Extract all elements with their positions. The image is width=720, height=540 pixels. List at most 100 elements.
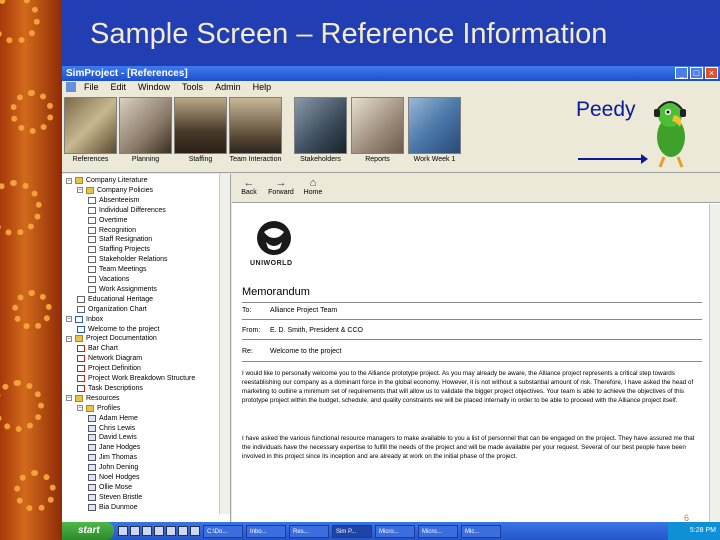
tree-item[interactable]: Ollie Mose xyxy=(88,483,132,492)
tree-item[interactable]: Organization Chart xyxy=(77,305,147,314)
window-titlebar[interactable]: SimProject - [References] _ □ × xyxy=(62,66,720,81)
tool-work-week[interactable]: Work Week 1 xyxy=(408,97,461,163)
page-number: 6 xyxy=(684,513,690,523)
document-icon xyxy=(77,345,85,353)
tree-item-label: Recognition xyxy=(99,226,136,234)
home-button[interactable]: ⌂ Home xyxy=(298,174,328,202)
tree-item[interactable]: Individual Differences xyxy=(88,206,166,215)
tool-planning[interactable]: Planning xyxy=(119,97,172,163)
expand-toggle-icon[interactable]: − xyxy=(66,395,72,402)
task-button[interactable]: Res... xyxy=(289,524,329,538)
back-button[interactable]: ← Back xyxy=(234,174,264,202)
tree-item[interactable]: − Company Literature xyxy=(66,176,147,185)
tree-item[interactable]: Staffing Projects xyxy=(88,245,150,254)
tree-item[interactable]: Task Descriptions xyxy=(77,384,143,393)
tree-item-label: Profiles xyxy=(97,404,121,412)
to-value: Alliance Project Team xyxy=(270,307,338,314)
folder-icon xyxy=(86,404,94,412)
start-button[interactable]: start xyxy=(62,522,114,540)
tree-item-label: Company Policies xyxy=(97,186,154,194)
re-value: Welcome to the project xyxy=(270,348,342,355)
tree-item[interactable]: Jim Thomas xyxy=(88,453,137,462)
tree-item[interactable]: − Profiles xyxy=(77,404,120,413)
menu-window[interactable]: Window xyxy=(138,81,170,94)
menu-edit[interactable]: Edit xyxy=(111,81,127,94)
from-value: E. D. Smith, President & CCO xyxy=(270,327,363,334)
tree-item[interactable]: − Inbox xyxy=(66,315,103,324)
minimize-button[interactable]: _ xyxy=(675,67,688,79)
tree-item[interactable]: Team Meetings xyxy=(88,265,146,274)
tree-item[interactable]: − Company Policies xyxy=(77,186,153,195)
tree-item[interactable]: Network Diagram xyxy=(77,354,142,363)
tree-item[interactable]: Absenteeism xyxy=(88,196,139,205)
tree-item[interactable]: Stakeholder Relations xyxy=(88,255,168,264)
tree-item[interactable]: − Project Documentation xyxy=(66,334,157,343)
expand-toggle-icon[interactable]: − xyxy=(66,177,72,184)
quick-launch-icon[interactable] xyxy=(118,526,128,536)
tree-item[interactable]: Bia Dunmoe xyxy=(88,503,138,512)
maximize-button[interactable]: □ xyxy=(690,67,703,79)
tool-team-interaction[interactable]: Team Interaction xyxy=(229,97,282,163)
quick-launch-icon[interactable] xyxy=(142,526,152,536)
tree-item[interactable]: Adam Heme xyxy=(88,414,138,423)
tree-item[interactable]: Chris Lewis xyxy=(88,424,135,433)
tool-reports[interactable]: Reports xyxy=(351,97,404,163)
menu-help[interactable]: Help xyxy=(253,81,272,94)
expand-toggle-icon[interactable]: − xyxy=(66,335,72,342)
person-icon xyxy=(88,454,96,462)
tree-item-label: Network Diagram xyxy=(88,355,143,363)
tree-item[interactable]: Steven Bristle xyxy=(88,493,142,502)
task-button[interactable]: Micro... xyxy=(418,524,458,538)
quick-launch-icon[interactable] xyxy=(178,526,188,536)
tree-item[interactable]: Jane Hodges xyxy=(88,443,140,452)
expand-toggle-icon[interactable]: − xyxy=(77,187,83,194)
memo-scrollbar[interactable] xyxy=(709,204,720,522)
planning-thumbnail xyxy=(119,97,172,154)
peedy-parrot-icon[interactable] xyxy=(648,97,694,169)
quick-launch-icon[interactable] xyxy=(190,526,200,536)
menu-tools[interactable]: Tools xyxy=(182,81,203,94)
tree-item[interactable]: Bar Chart xyxy=(77,344,118,353)
tree-item[interactable]: Project Definition xyxy=(77,364,141,373)
tree-item[interactable]: Work Assignments xyxy=(88,285,157,294)
task-button[interactable]: C:\Do... xyxy=(203,524,243,538)
quick-launch-icon[interactable] xyxy=(154,526,164,536)
person-icon xyxy=(88,464,96,472)
tool-references[interactable]: References xyxy=(64,97,117,163)
app-icon[interactable] xyxy=(66,82,76,92)
expand-toggle-icon[interactable]: − xyxy=(77,405,83,412)
tree-item[interactable]: Overtime xyxy=(88,216,127,225)
tree-item[interactable]: John Dening xyxy=(88,463,138,472)
task-button[interactable]: Mic... xyxy=(461,524,501,538)
tree-item[interactable]: Noel Hodges xyxy=(88,473,139,482)
quick-launch-icon[interactable] xyxy=(166,526,176,536)
menu-file[interactable]: File xyxy=(84,81,99,94)
tree-item[interactable]: Educational Heritage xyxy=(77,295,153,304)
tree-item-label: Educational Heritage xyxy=(88,295,153,303)
task-button[interactable]: Inbo... xyxy=(246,524,286,538)
tree-item-label: Project Definition xyxy=(88,365,141,373)
divider xyxy=(242,339,702,340)
tree-item[interactable]: − Resources xyxy=(66,394,119,403)
quick-launch xyxy=(118,526,200,536)
close-button[interactable]: × xyxy=(705,67,718,79)
tool-staffing[interactable]: Staffing xyxy=(174,97,227,163)
system-clock: 5:28 PM xyxy=(668,522,720,540)
tree-item[interactable]: Vacations xyxy=(88,275,129,284)
tree-item[interactable]: Staff Resignation xyxy=(88,235,152,244)
task-button[interactable]: Sim P... xyxy=(332,524,372,538)
tree-item-label: Stakeholder Relations xyxy=(99,256,168,264)
tree-item[interactable]: Recognition xyxy=(88,226,136,235)
quick-launch-icon[interactable] xyxy=(130,526,140,536)
tool-stakeholders[interactable]: Stakeholders xyxy=(294,97,347,163)
tree-item[interactable]: Project Work Breakdown Structure xyxy=(77,374,195,383)
menu-admin[interactable]: Admin xyxy=(215,81,241,94)
forward-button[interactable]: → Forward xyxy=(266,174,296,202)
tree-item[interactable]: David Lewis xyxy=(88,433,137,442)
document-icon xyxy=(77,295,85,303)
from-key: From: xyxy=(242,327,261,334)
tree-item[interactable]: Welcome to the project xyxy=(77,325,159,334)
task-button[interactable]: Micro... xyxy=(375,524,415,538)
tree-scrollbar[interactable] xyxy=(219,174,230,514)
expand-toggle-icon[interactable]: − xyxy=(66,316,72,323)
